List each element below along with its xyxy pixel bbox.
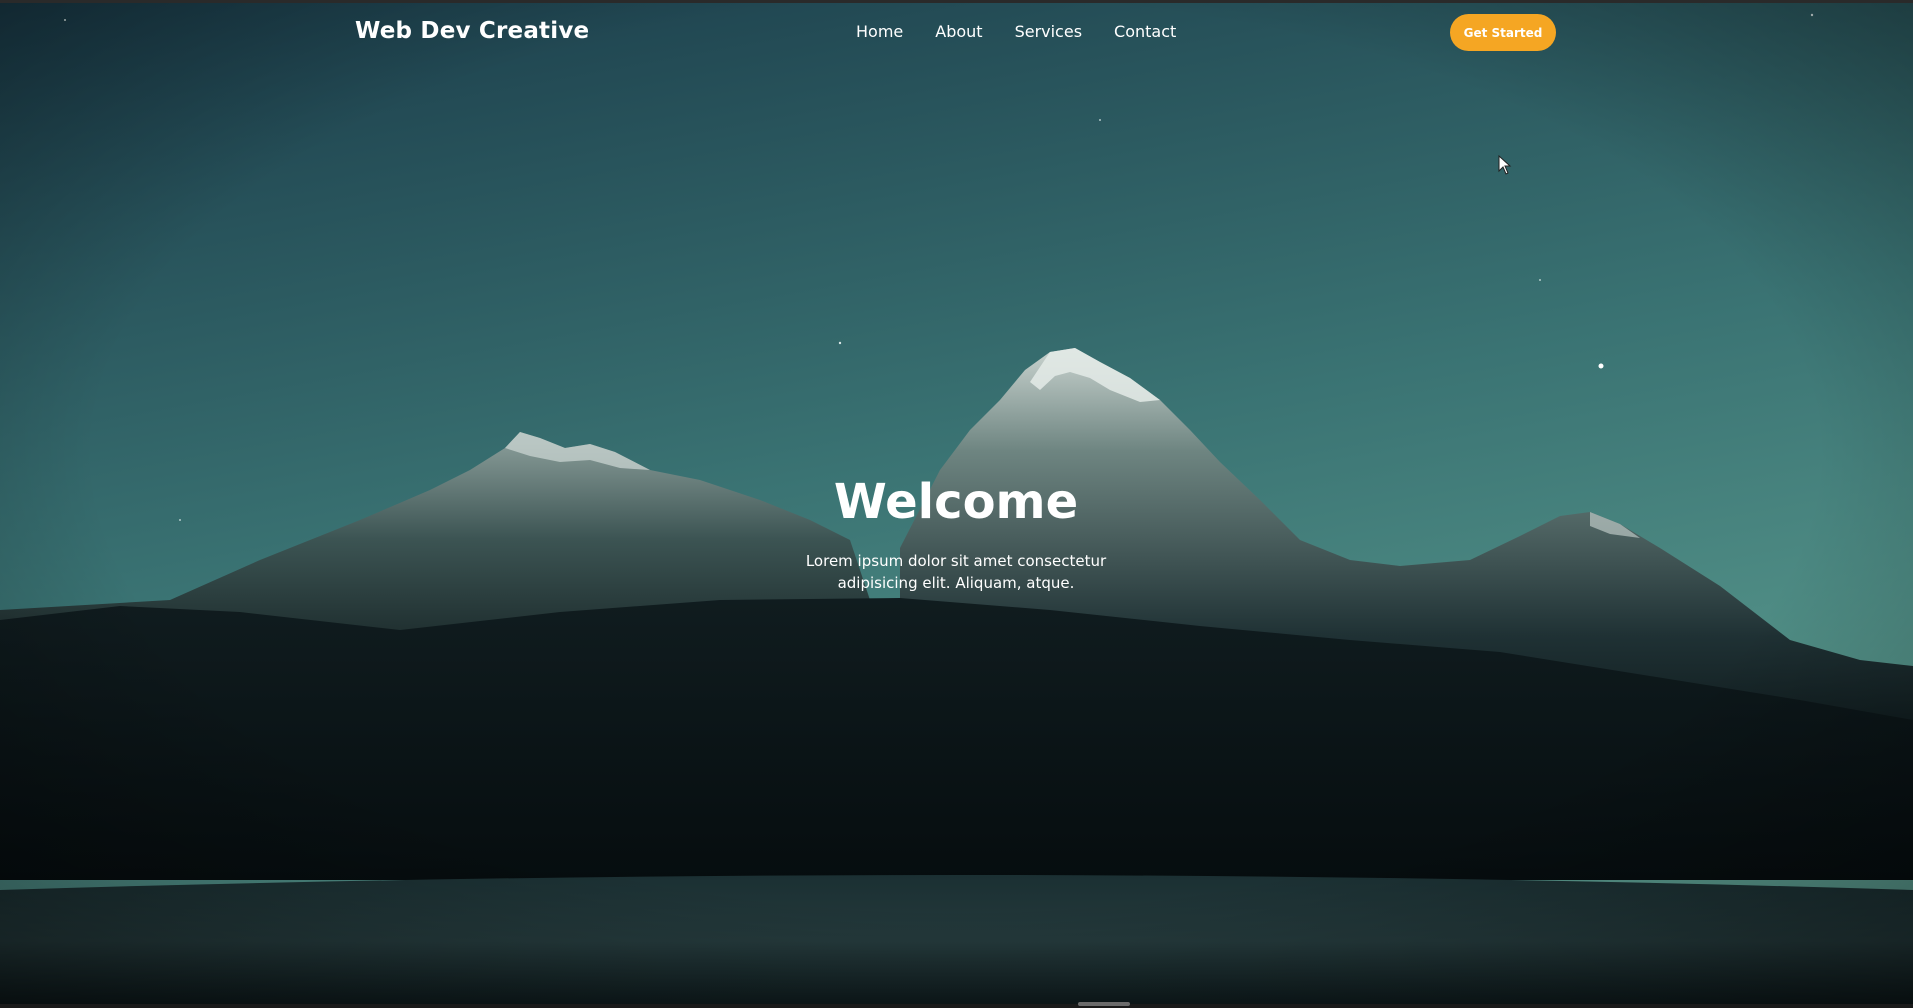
nav-link-services[interactable]: Services [1015, 22, 1082, 41]
hero-subtitle: Lorem ipsum dolor sit amet consectetur a… [805, 552, 1107, 592]
navbar: Web Dev Creative Home About Services Con… [0, 0, 1913, 66]
window-bottom-border [0, 1004, 1913, 1008]
site-logo[interactable]: Web Dev Creative [355, 18, 589, 44]
nav-link-contact[interactable]: Contact [1114, 22, 1176, 41]
hero-title: Welcome [833, 474, 1079, 530]
nav-link-home[interactable]: Home [856, 22, 903, 41]
get-started-button[interactable]: Get Started [1450, 14, 1556, 51]
hero-content: Welcome Lorem ipsum dolor sit amet conse… [706, 472, 1206, 594]
nav-link-about[interactable]: About [935, 22, 982, 41]
scroll-indicator[interactable] [1078, 1002, 1130, 1006]
mouse-cursor-icon [1498, 155, 1512, 175]
nav-links: Home About Services Contact [856, 22, 1176, 41]
hero-section: Web Dev Creative Home About Services Con… [0, 0, 1913, 1008]
